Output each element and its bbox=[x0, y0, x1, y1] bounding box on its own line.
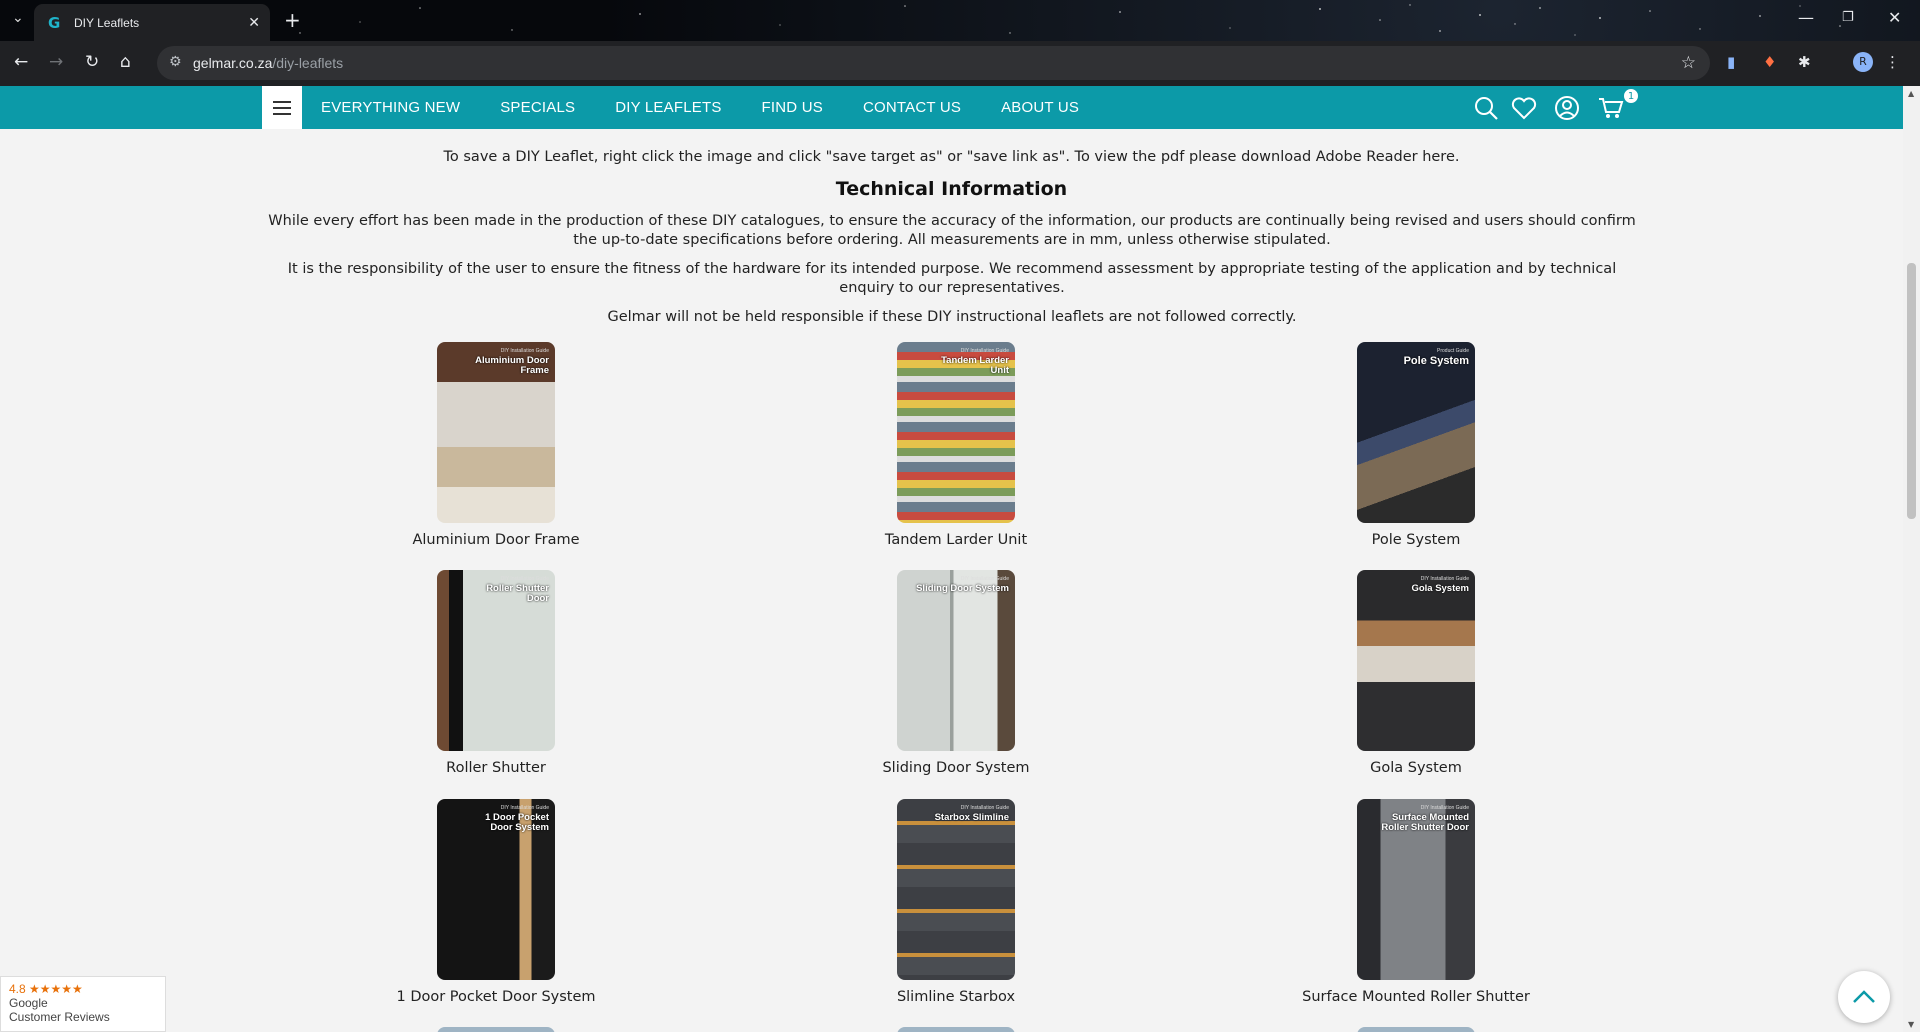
technical-info-heading: Technical Information bbox=[835, 178, 1068, 200]
nav-contact-us[interactable]: CONTACT US bbox=[863, 99, 961, 116]
reload-icon[interactable]: ↻ bbox=[85, 52, 99, 72]
leaflet-tandem-larder-unit[interactable]: DIY Installation Guide Tandem Larder Uni… bbox=[806, 342, 1106, 548]
google-reviews-badge[interactable]: 4.8 ★★★★★ Google Customer Reviews bbox=[0, 976, 166, 1032]
leaflet-cover[interactable]: DIY Installation Guide Sliding Door Syst… bbox=[897, 570, 1015, 751]
leaflet-name[interactable]: Roller Shutter bbox=[346, 760, 646, 776]
extension-doc-icon[interactable]: ▮ bbox=[1727, 53, 1735, 71]
scroll-up-arrow-icon[interactable]: ▲ bbox=[1908, 89, 1914, 98]
leaflet-pole-system[interactable]: Product Guide Pole System Pole System bbox=[1266, 342, 1566, 548]
cart-icon[interactable] bbox=[1598, 96, 1624, 120]
disclaimer-paragraph-2: It is the responsibility of the user to … bbox=[287, 261, 1617, 296]
scroll-thumb[interactable] bbox=[1907, 263, 1916, 519]
leaflet-cover[interactable]: DIY Installation Guide Tandem Larder Uni… bbox=[897, 342, 1015, 523]
next-row-cover-peek bbox=[897, 1027, 1015, 1032]
leaflet-surface-mounted-roller-shutter[interactable]: DIY Installation Guide Surface Mounted R… bbox=[1266, 799, 1566, 1005]
site-header: EVERYTHING NEW SPECIALS DIY LEAFLETS FIN… bbox=[0, 86, 1903, 129]
home-icon[interactable]: ⌂ bbox=[120, 52, 131, 72]
leaflet-cover[interactable]: Product Guide Pole System bbox=[1357, 342, 1475, 523]
leaflet-sliding-door-system[interactable]: DIY Installation Guide Sliding Door Syst… bbox=[806, 570, 1106, 776]
leaflet-cover[interactable]: DIY Installation Guide Aluminium Door Fr… bbox=[437, 342, 555, 523]
search-icon[interactable] bbox=[1473, 96, 1499, 120]
next-row-cover-peek bbox=[437, 1027, 555, 1032]
url-text[interactable]: gelmar.co.za/diy-leaflets bbox=[193, 55, 343, 71]
leaflet-name[interactable]: Pole System bbox=[1266, 532, 1566, 548]
leaflet-name[interactable]: Gola System bbox=[1266, 760, 1566, 776]
back-icon[interactable]: ← bbox=[14, 52, 28, 72]
nav-specials[interactable]: SPECIALS bbox=[500, 99, 575, 116]
google-label: Google bbox=[9, 996, 48, 1010]
profile-avatar[interactable]: R bbox=[1853, 52, 1873, 72]
disclaimer-paragraph-3: Gelmar will not be held responsible if t… bbox=[607, 309, 1297, 325]
nav-find-us[interactable]: FIND US bbox=[762, 99, 823, 116]
main-nav: EVERYTHING NEW SPECIALS DIY LEAFLETS FIN… bbox=[321, 86, 1119, 129]
scroll-to-top-button[interactable] bbox=[1838, 971, 1890, 1023]
window-close-icon[interactable]: ✕ bbox=[1888, 8, 1901, 27]
next-row-cover-peek bbox=[1357, 1027, 1475, 1032]
disclaimer-paragraph-1: While every effort has been made in the … bbox=[268, 213, 1636, 248]
forward-icon[interactable]: → bbox=[49, 52, 63, 72]
browser-toolbar: ← → ↻ ⌂ ⚙ gelmar.co.za/diy-leaflets ☆ ▮ … bbox=[0, 41, 1920, 86]
bookmark-star-icon[interactable]: ☆ bbox=[1681, 53, 1696, 73]
leaflet-name[interactable]: Surface Mounted Roller Shutter bbox=[1266, 989, 1566, 1005]
tab-search-chevron-icon[interactable]: ⌄ bbox=[12, 10, 24, 26]
extensions-puzzle-icon[interactable]: ✱ bbox=[1798, 53, 1811, 71]
leaflet-name[interactable]: 1 Door Pocket Door System bbox=[346, 989, 646, 1005]
wishlist-heart-icon[interactable] bbox=[1511, 96, 1537, 120]
leaflet-1-door-pocket-door-system[interactable]: DIY Installation Guide 1 Door Pocket Doo… bbox=[346, 799, 646, 1005]
cart-count-badge: 1 bbox=[1623, 88, 1639, 104]
leaflet-name[interactable]: Sliding Door System bbox=[806, 760, 1106, 776]
leaflet-aluminium-door-frame[interactable]: DIY Installation Guide Aluminium Door Fr… bbox=[346, 342, 646, 548]
new-tab-plus-icon[interactable]: + bbox=[284, 8, 301, 32]
leaflet-cover[interactable]: DIY Installation Guide Gola System bbox=[1357, 570, 1475, 751]
leaflet-roller-shutter[interactable]: DIY Installation Guide Roller Shutter Do… bbox=[346, 570, 646, 776]
tab-title: DIY Leaflets bbox=[74, 15, 140, 30]
hamburger-menu-icon[interactable] bbox=[262, 86, 302, 129]
customer-reviews-label: Customer Reviews bbox=[9, 1010, 110, 1024]
leaflet-name[interactable]: Aluminium Door Frame bbox=[346, 532, 646, 548]
nav-everything-new[interactable]: EVERYTHING NEW bbox=[321, 99, 460, 116]
leaflet-cover[interactable]: DIY Installation Guide 1 Door Pocket Doo… bbox=[437, 799, 555, 980]
leaflet-gola-system[interactable]: DIY Installation Guide Gola System Gola … bbox=[1266, 570, 1566, 776]
gelmar-favicon-icon: G bbox=[48, 13, 61, 32]
nav-about-us[interactable]: ABOUT US bbox=[1001, 99, 1079, 116]
leaflet-cover[interactable]: DIY Installation Guide Roller Shutter Do… bbox=[437, 570, 555, 751]
save-instructions: To save a DIY Leaflet, right click the i… bbox=[443, 149, 1460, 165]
account-user-icon[interactable] bbox=[1554, 96, 1580, 120]
address-bar[interactable]: ⚙ gelmar.co.za/diy-leaflets ☆ bbox=[157, 46, 1710, 80]
browser-tabstrip: ⌄ G DIY Leaflets ✕ + — ❐ ✕ bbox=[0, 0, 1920, 41]
google-rating: 4.8 ★★★★★ bbox=[9, 982, 83, 996]
extension-fox-icon[interactable]: ♦ bbox=[1763, 53, 1776, 71]
nav-diy-leaflets[interactable]: DIY LEAFLETS bbox=[615, 99, 721, 116]
site-info-icon[interactable]: ⚙ bbox=[169, 54, 182, 70]
leaflet-name[interactable]: Slimline Starbox bbox=[806, 989, 1106, 1005]
page-scrollbar[interactable]: ▲ ▼ bbox=[1903, 86, 1920, 1032]
restore-icon[interactable]: ❐ bbox=[1842, 10, 1854, 25]
chevron-up-icon bbox=[1853, 990, 1875, 1003]
scroll-down-arrow-icon[interactable]: ▼ bbox=[1908, 1020, 1914, 1029]
browser-menu-icon[interactable]: ⋮ bbox=[1885, 53, 1900, 71]
tab-close-icon[interactable]: ✕ bbox=[248, 15, 260, 31]
leaflet-name[interactable]: Tandem Larder Unit bbox=[806, 532, 1106, 548]
leaflet-slimline-starbox[interactable]: DIY Installation Guide Starbox Slimline … bbox=[806, 799, 1106, 1005]
leaflet-cover[interactable]: DIY Installation Guide Starbox Slimline bbox=[897, 799, 1015, 980]
tab-diy-leaflets[interactable]: G DIY Leaflets ✕ bbox=[34, 4, 270, 41]
minimize-icon[interactable]: — bbox=[1798, 8, 1814, 27]
leaflet-cover[interactable]: DIY Installation Guide Surface Mounted R… bbox=[1357, 799, 1475, 980]
